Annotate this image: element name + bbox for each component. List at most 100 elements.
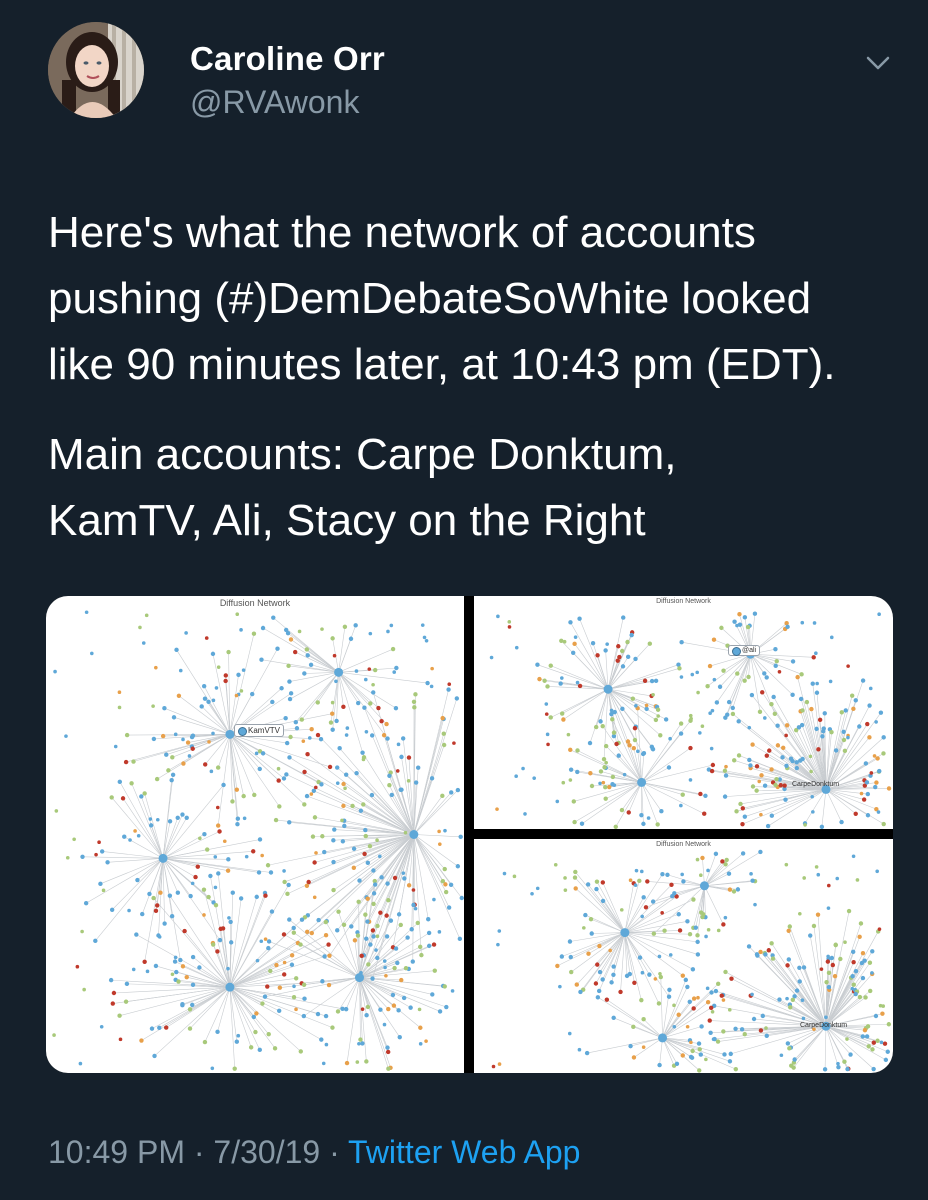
graph-node [282,972,287,977]
graph-node [640,970,645,975]
graph-edge [163,858,229,860]
graph-node [676,912,681,917]
graph-node [94,852,98,857]
graph-node [133,829,137,833]
graph-node [857,724,862,729]
graph-node [239,628,243,632]
graph-edge [359,977,433,995]
graph-node [867,735,872,740]
more-options-button[interactable] [858,48,898,78]
graph-edge [413,834,446,885]
graph-node [695,939,700,945]
graph-node [344,1060,350,1066]
tweet-time[interactable]: 10:49 PM [48,1134,185,1170]
graph-node [315,1011,321,1017]
graph-node [630,696,636,701]
graph-node [330,1025,335,1030]
graph-node [523,812,527,816]
graph-node [851,706,856,712]
graph-node [438,842,442,846]
graph-node [809,706,814,712]
tweet-date[interactable]: 7/30/19 [213,1134,320,1170]
graph-node [446,905,452,910]
graph-node [151,736,157,742]
graph-node [443,889,449,895]
graph-node [149,1026,155,1031]
graph-node [273,817,279,823]
graph-node [845,1066,850,1072]
graph-node [788,1005,793,1010]
graph-node [271,615,276,620]
graph-node [379,875,384,880]
graph-node [875,756,880,761]
graph-node [845,1037,849,1041]
graph-node [695,670,700,675]
graph-node [458,834,463,839]
graph-node [193,874,198,880]
graph-node [815,681,819,686]
graph-node [736,753,742,758]
graph-node [270,699,275,705]
graph-node [594,886,599,892]
graph-node [740,806,746,811]
graph-node [309,726,314,732]
graph-edge [789,926,827,1027]
author-name[interactable]: Caroline Orr [190,40,385,78]
graph-node [689,1040,693,1045]
graph-node [170,972,175,977]
graph-node [236,1033,241,1038]
media-image-bottom-right[interactable]: Diffusion Network CarpeDonktum [474,839,893,1073]
graph-node [644,703,649,708]
graph-node [699,910,704,915]
graph-node [448,882,454,887]
media-image-top-right[interactable]: Diffusion Network @ali CarpeDonktum [474,596,893,829]
graph-node [688,745,693,751]
graph-hub-node [603,684,613,694]
graph-node [335,1009,341,1014]
graph-node [283,627,289,633]
graph-node [799,672,804,677]
graph-node [437,1009,443,1014]
graph-edge [647,881,705,887]
graph-node [758,849,763,855]
graph-node [696,690,700,695]
graph-node [203,762,208,767]
graph-edge [153,897,231,988]
graph-node [251,849,256,854]
graph-node [882,1041,888,1046]
tweet-footer: 10:49 PM · 7/30/19 · Twitter Web App [48,1134,580,1171]
graph-node [361,757,366,762]
avatar[interactable] [48,22,144,118]
graph-node [746,674,751,680]
graph-edge [284,834,414,883]
graph-node [735,623,739,628]
graph-node [669,882,674,888]
graph-node [277,804,282,809]
graph-node [288,734,293,740]
graph-node [211,698,216,703]
graph-node [705,683,710,689]
graph-node [364,729,369,734]
graph-node [678,721,684,726]
graph-node [298,942,303,947]
graph-node [232,1066,237,1071]
graph-node [199,704,204,709]
graph-node [216,665,221,669]
graph-node [767,748,772,753]
graph-node [881,735,886,740]
media-image-left[interactable]: Diffusion Network KamVTV [46,596,464,1073]
graph-node [291,925,296,931]
graph-node [385,1049,391,1055]
graph-node [257,1047,262,1053]
graph-node [822,711,827,716]
graph-node [572,641,577,647]
graph-node [641,821,646,827]
author-handle[interactable]: @RVAwonk [190,84,359,121]
graph-edge [607,688,657,721]
graph-node [700,724,705,729]
graph-node [769,813,775,818]
tweet-source-link[interactable]: Twitter Web App [348,1134,580,1170]
graph-node [426,917,431,922]
graph-node [507,625,512,629]
graph-node [696,995,700,1000]
